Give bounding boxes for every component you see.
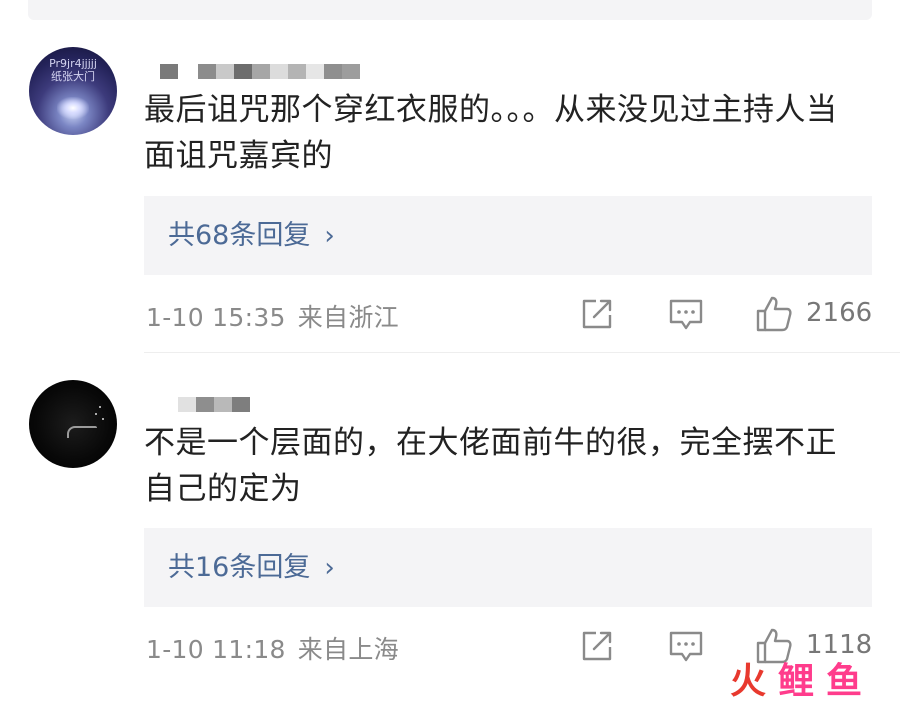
- avatar[interactable]: Pr9jr4jjjjj 纸张大门: [29, 47, 117, 135]
- replies-box[interactable]: 共68条回复 ›: [144, 196, 872, 275]
- avatar-star: [99, 406, 101, 408]
- thumbs-up-icon[interactable]: [755, 295, 793, 333]
- avatar-hand-graphic: [67, 426, 97, 438]
- username-blurred[interactable]: [160, 397, 250, 412]
- comment-location: 来自浙江: [297, 303, 399, 332]
- avatar-star: [95, 413, 97, 415]
- previous-reply-box: [28, 0, 872, 20]
- divider: [144, 352, 900, 353]
- avatar-glow: [57, 97, 89, 119]
- comment-time: 1-10 15:35: [146, 303, 286, 332]
- comment-icon[interactable]: [668, 630, 704, 664]
- replies-count-label: 共16条回复: [168, 552, 311, 583]
- like-count: 2166: [806, 298, 873, 328]
- chevron-right-icon: ›: [324, 553, 335, 583]
- comment-meta: 1-10 11:18 来自上海: [146, 630, 399, 666]
- replies-box[interactable]: 共16条回复 ›: [144, 528, 872, 607]
- share-icon[interactable]: [580, 297, 614, 331]
- avatar-caption: 纸张大门: [51, 70, 95, 83]
- comment-time: 1-10 11:18: [146, 635, 286, 664]
- avatar[interactable]: [29, 380, 117, 468]
- avatar-caption: Pr9jr4jjjjj: [49, 57, 97, 70]
- watermark-char: 火: [730, 661, 767, 702]
- view-replies-link[interactable]: 共16条回复 ›: [168, 528, 335, 607]
- watermark-char: 鲤: [778, 661, 815, 702]
- replies-count-label: 共68条回复: [168, 220, 311, 251]
- share-icon[interactable]: [580, 629, 614, 663]
- avatar-star: [102, 418, 104, 420]
- username-blurred[interactable]: [160, 64, 360, 79]
- watermark-char: 鱼: [826, 661, 863, 702]
- comment-meta: 1-10 15:35 来自浙江: [146, 298, 399, 334]
- chevron-right-icon: ›: [324, 221, 335, 251]
- comment-location: 来自上海: [297, 635, 399, 664]
- view-replies-link[interactable]: 共68条回复 ›: [168, 196, 335, 275]
- comment-icon[interactable]: [668, 298, 704, 332]
- comment-text: 最后诅咒那个穿红衣服的。。。从来没见过主持人当面诅咒嘉宾的: [144, 92, 838, 174]
- comment-text: 不是一个层面的，在大佬面前牛的很，完全摆不正自己的定为: [144, 425, 837, 507]
